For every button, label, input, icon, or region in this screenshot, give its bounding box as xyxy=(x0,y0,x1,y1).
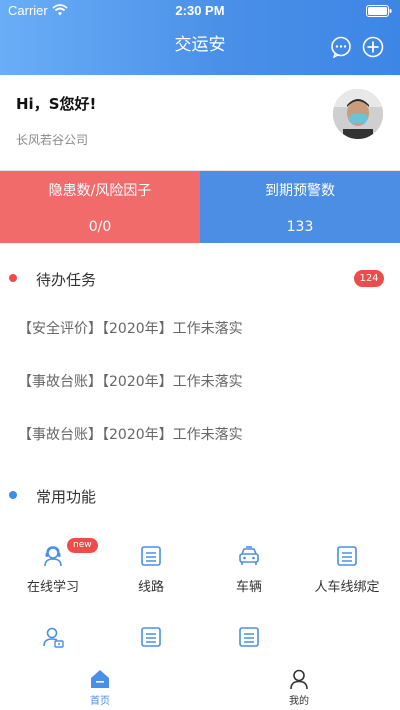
chat-bubble-icon[interactable] xyxy=(330,36,352,58)
hazard-stat-value: 0/0 xyxy=(88,219,112,235)
func-label: 人车线绑定 xyxy=(314,580,380,595)
func-document[interactable] xyxy=(101,626,201,657)
func-online-learning[interactable]: 在线学习 new xyxy=(3,538,103,595)
vehicle-icon xyxy=(239,546,259,565)
hazard-stat-card[interactable]: 隐患数/风险因子 0/0 xyxy=(0,171,200,243)
expiry-stat-label: 到期预警数 xyxy=(265,183,335,199)
tab-profile[interactable]: 我的 xyxy=(249,668,349,707)
profile-icon xyxy=(290,669,308,690)
functions-section-dot xyxy=(9,491,17,499)
expiry-stat-card[interactable]: 到期预警数 133 xyxy=(200,171,400,243)
greeting-text: Hi，S您好! xyxy=(16,95,97,113)
profile-card: Hi，S您好! 长风若谷公司 xyxy=(0,75,400,171)
func-label: 在线学习 xyxy=(26,580,79,595)
app-header: Carrier 2:30 PM 交运安 xyxy=(0,0,400,75)
func-person-card[interactable] xyxy=(3,626,103,657)
plus-circle-icon[interactable] xyxy=(362,36,384,58)
home-icon xyxy=(91,670,109,688)
tab-bar: 首页 我的 xyxy=(0,660,400,710)
tab-home[interactable]: 首页 xyxy=(50,668,150,707)
tab-label: 首页 xyxy=(90,696,110,707)
todo-item[interactable]: 【事故台账】【2020年】工作未落实 xyxy=(18,371,243,391)
person-card-icon xyxy=(43,627,64,648)
status-time: 2:30 PM xyxy=(175,3,225,18)
func-document[interactable] xyxy=(199,626,299,657)
company-name: 长风若谷公司 xyxy=(16,133,89,147)
tab-label: 我的 xyxy=(289,696,309,707)
todo-section-dot xyxy=(9,274,17,282)
func-label: 车辆 xyxy=(235,580,262,595)
todo-section-title: 待办任务 xyxy=(36,271,97,289)
online-learning-icon xyxy=(44,546,62,567)
expiry-stat-value: 133 xyxy=(286,219,314,235)
functions-section-title: 常用功能 xyxy=(36,488,97,506)
binding-icon xyxy=(337,546,357,566)
status-bar: Carrier 2:30 PM xyxy=(0,0,400,22)
battery-icon xyxy=(366,5,392,17)
document-icon xyxy=(141,627,161,647)
route-icon xyxy=(141,546,161,566)
stats-panel: 隐患数/风险因子 0/0 到期预警数 133 xyxy=(0,171,400,243)
func-label: 线路 xyxy=(137,580,164,595)
func-vehicle[interactable]: 车辆 xyxy=(199,545,299,595)
new-badge: new xyxy=(67,538,98,553)
document-icon xyxy=(239,627,259,647)
todo-count-badge: 124 xyxy=(354,270,384,287)
todo-item[interactable]: 【安全评价】【2020年】工作未落实 xyxy=(18,318,243,338)
func-binding[interactable]: 人车线绑定 xyxy=(297,545,397,595)
todo-item[interactable]: 【事故台账】【2020年】工作未落实 xyxy=(18,424,243,444)
avatar[interactable] xyxy=(333,89,383,139)
hazard-stat-label: 隐患数/风险因子 xyxy=(48,183,152,199)
func-route[interactable]: 线路 xyxy=(101,545,201,595)
